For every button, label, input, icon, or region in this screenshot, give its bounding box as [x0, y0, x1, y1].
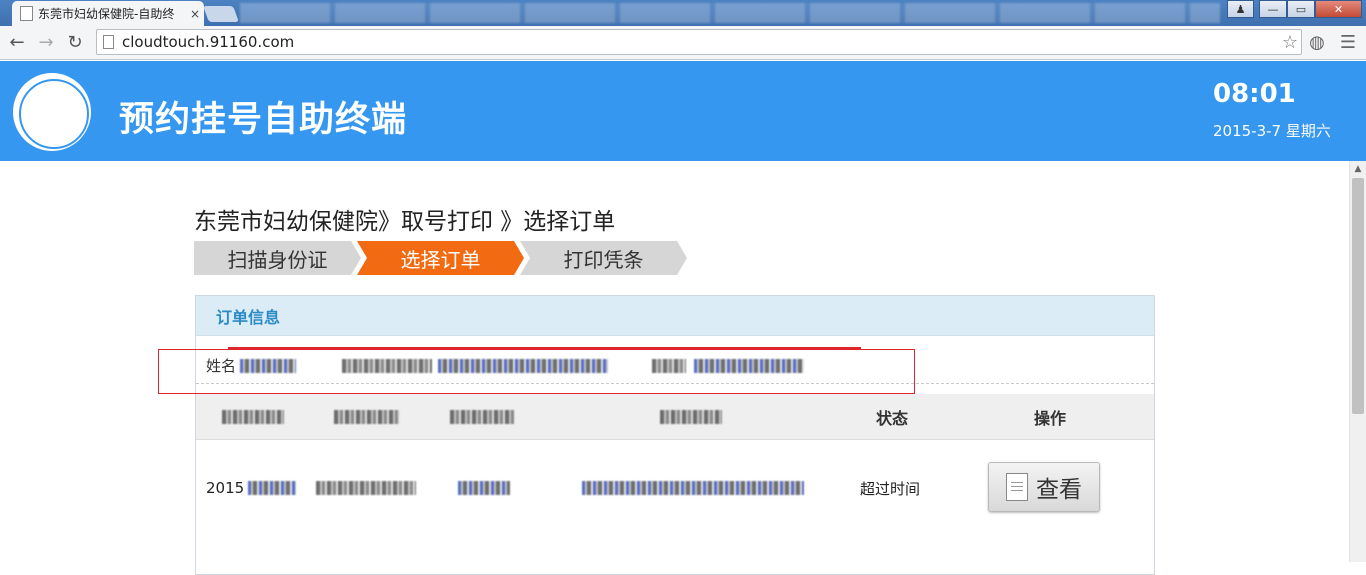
url-text[interactable]: cloudtouch.91160.com [122, 33, 1279, 51]
order-info-panel: 订单信息 姓名 状态 操作 2015 超过时间 查看 [195, 295, 1155, 575]
background-tabs[interactable] [240, 3, 1220, 23]
app-header: 预约挂号自助终端 08:01 2015-3-7 星期六 [0, 61, 1366, 161]
new-tab-button[interactable] [203, 6, 239, 22]
col-doctor-header [656, 394, 722, 440]
table-row[interactable]: 2015 超过时间 查看 [196, 462, 1154, 514]
col-status-header: 状态 [876, 409, 909, 428]
redacted-date [248, 481, 297, 495]
scroll-up-arrow-icon[interactable]: ▲ [1350, 161, 1366, 177]
hospital-logo [13, 73, 91, 151]
order-dept [454, 462, 510, 514]
clock-time: 08:01 [1213, 79, 1296, 109]
clock-date: 2015-3-7 星期六 [1213, 122, 1331, 140]
step-scan-id: 扫描身份证 [194, 241, 361, 275]
order-table-header: 状态 操作 [196, 394, 1154, 440]
order-doctor [578, 462, 804, 514]
browser-tab-active[interactable]: 东莞市妇幼保健院-自助终 × [12, 1, 204, 26]
order-date: 2015 [206, 462, 297, 514]
reload-button[interactable]: ↻ [63, 30, 87, 54]
document-icon [1006, 473, 1028, 501]
close-window-button[interactable]: ✕ [1315, 0, 1362, 18]
address-bar[interactable]: cloudtouch.91160.com ☆ [96, 29, 1302, 55]
panel-title: 订单信息 [196, 296, 1154, 336]
app-title: 预约挂号自助终端 [119, 100, 408, 140]
step-select-order: 选择订单 [357, 241, 524, 275]
col-time-header [330, 394, 400, 440]
back-button[interactable]: ← [5, 30, 29, 54]
order-status: 超过时间 [860, 479, 921, 498]
col-dept-header [446, 394, 514, 440]
bookmark-star-icon[interactable]: ☆ [1279, 32, 1301, 53]
view-button[interactable]: 查看 [988, 462, 1100, 512]
view-button-label: 查看 [1036, 477, 1082, 503]
browser-toolbar: ← → ↻ cloudtouch.91160.com ☆ ◍ ☰ [0, 26, 1366, 60]
col-date-header [218, 394, 284, 440]
page-scrollbar[interactable]: ▲ [1349, 161, 1366, 562]
tab-title: 东莞市妇幼保健院-自助终 [38, 7, 175, 21]
col-action-header: 操作 [1034, 409, 1067, 428]
scroll-thumb[interactable] [1352, 178, 1364, 414]
maximize-button[interactable]: ▭ [1287, 0, 1315, 18]
order-date-year: 2015 [206, 479, 245, 497]
step-print-receipt: 打印凭条 [520, 241, 687, 275]
extension-globe-icon[interactable]: ◍ [1305, 30, 1329, 54]
user-profile-icon[interactable]: ♟ [1227, 0, 1254, 18]
minimize-button[interactable]: — [1259, 0, 1287, 18]
breadcrumb: 东莞市妇幼保健院》取号打印 》选择订单 [194, 209, 616, 235]
highlight-box [158, 349, 915, 394]
page-favicon-icon [20, 6, 33, 21]
page-icon [103, 35, 114, 49]
browser-tabstrip: 东莞市妇幼保健院-自助终 × ♟ — ▭ ✕ [0, 0, 1366, 26]
browser-menu-icon[interactable]: ☰ [1336, 30, 1360, 54]
order-time [312, 462, 416, 514]
forward-button[interactable]: → [34, 30, 58, 54]
tab-close-icon[interactable]: × [186, 7, 204, 21]
